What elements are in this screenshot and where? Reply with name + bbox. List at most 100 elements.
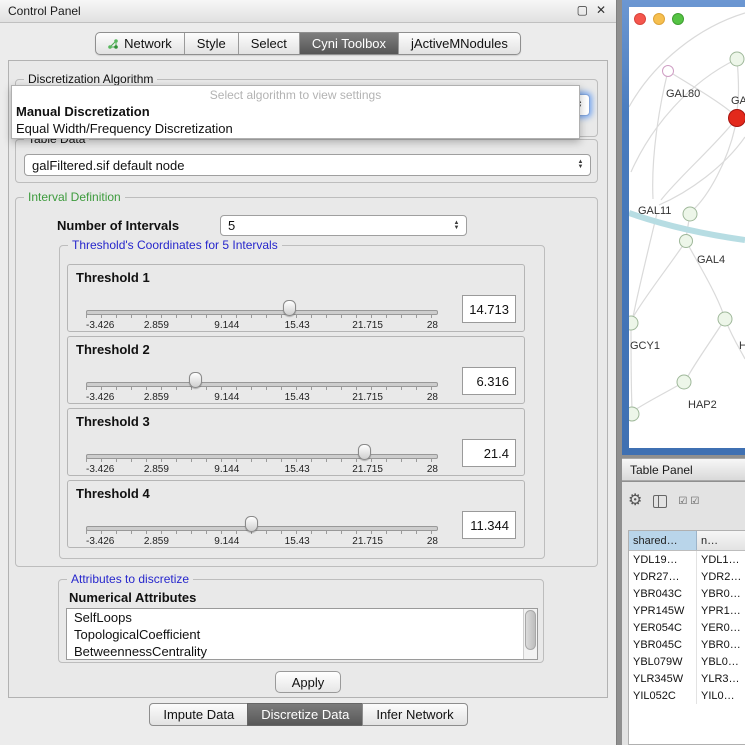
cell-name[interactable]: YDR2… xyxy=(697,568,745,585)
tab-network[interactable]: Network xyxy=(96,33,185,54)
cell-shared-name[interactable]: YLR345W xyxy=(629,670,697,687)
gear-icon[interactable]: ⚙ xyxy=(628,493,642,509)
combo-arrows-icon: ▲ ▼ xyxy=(573,160,590,170)
list-item-topologicalcoefficient[interactable]: TopologicalCoefficient xyxy=(67,626,537,643)
threshold-4-slider[interactable]: -3.426 2.859 9.144 15.43 21.715 28 xyxy=(86,517,438,547)
threshold-2-slider[interactable]: -3.426 2.859 9.144 15.43 21.715 28 xyxy=(86,373,438,403)
cell-shared-name[interactable]: YIL052C xyxy=(629,687,697,704)
network-node[interactable] xyxy=(629,407,639,421)
popup-option-equal-width-frequency[interactable]: Equal Width/Frequency Discretization xyxy=(12,120,579,137)
threshold-2-value-field[interactable]: 6.316 xyxy=(462,367,516,395)
table-row[interactable]: YBR043C YBR0… xyxy=(629,585,745,602)
stepper-down-icon: ▼ xyxy=(454,226,460,231)
network-node[interactable] xyxy=(730,52,744,66)
tab-style[interactable]: Style xyxy=(185,33,239,54)
list-item-betweennesscentrality[interactable]: BetweennessCentrality xyxy=(67,643,537,660)
tab-jactivemnodules[interactable]: jActiveMNodules xyxy=(399,33,520,54)
slider-thumb[interactable] xyxy=(283,300,296,316)
column-header-name[interactable]: n… xyxy=(697,531,745,550)
threshold-1-value-field[interactable]: 14.713 xyxy=(462,295,516,323)
tab-label: Cyni Toolbox xyxy=(312,36,386,51)
window-buttons: ▢ ✕ xyxy=(577,3,606,17)
tab-cyni-toolbox[interactable]: Cyni Toolbox xyxy=(300,33,399,54)
zoom-traffic-light[interactable] xyxy=(672,13,684,25)
numerical-attributes-list: SelfLoops TopologicalCoefficient Between… xyxy=(66,608,538,660)
tick-label: 9.144 xyxy=(214,392,239,403)
interval-definition-title: Interval Definition xyxy=(24,190,125,204)
cell-name[interactable]: YLR3… xyxy=(697,670,745,687)
slider-thumb[interactable] xyxy=(189,372,202,388)
select-all-icon[interactable]: ☑ ☑ xyxy=(678,496,700,507)
combo-arrows-icon: ▲ ▼ xyxy=(449,221,466,231)
table-row[interactable]: YBL079W YBL0… xyxy=(629,653,745,670)
discretization-group-title: Discretization Algorithm xyxy=(24,72,157,86)
apply-button[interactable]: Apply xyxy=(275,671,341,693)
list-scrollbar[interactable] xyxy=(523,609,537,659)
cell-name[interactable]: YPR1… xyxy=(697,602,745,619)
node-label: GCY1 xyxy=(630,340,660,352)
network-node[interactable] xyxy=(629,316,638,330)
table-row[interactable]: YPR145W YPR1… xyxy=(629,602,745,619)
slider-thumb[interactable] xyxy=(245,516,258,532)
cell-shared-name[interactable]: YBR045C xyxy=(629,636,697,653)
table-row[interactable]: YDL19… YDL1… xyxy=(629,551,745,568)
tick-label: 2.859 xyxy=(144,320,169,331)
node-label: GAL11 xyxy=(638,205,671,217)
table-row[interactable]: YER054C YER0… xyxy=(629,619,745,636)
interval-definition-group: Interval Definition Number of Intervals … xyxy=(15,197,598,567)
cell-shared-name[interactable]: YDR27… xyxy=(629,568,697,585)
cell-shared-name[interactable]: YER054C xyxy=(629,619,697,636)
scrollbar-thumb[interactable] xyxy=(525,610,536,650)
tab-select[interactable]: Select xyxy=(239,33,300,54)
network-node-pink[interactable] xyxy=(663,66,674,77)
slider-ticks xyxy=(86,314,438,318)
cell-shared-name[interactable]: YBL079W xyxy=(629,653,697,670)
num-intervals-combobox[interactable]: 5 ▲ ▼ xyxy=(220,215,467,236)
cell-name[interactable]: YER0… xyxy=(697,619,745,636)
cell-name[interactable]: YBR0… xyxy=(697,636,745,653)
close-window-icon[interactable]: ✕ xyxy=(596,3,606,17)
num-intervals-label: Number of Intervals xyxy=(57,218,179,233)
network-node[interactable] xyxy=(680,235,693,248)
slider-thumb[interactable] xyxy=(358,444,371,460)
threshold-4-value-field[interactable]: 11.344 xyxy=(462,511,516,539)
threshold-3-value-field[interactable]: 21.4 xyxy=(462,439,516,467)
thresholds-group: Threshold's Coordinates for 5 Intervals … xyxy=(59,245,545,559)
tick-label: 15.43 xyxy=(285,536,310,547)
table-data-group: Table Data galFiltered.sif default node … xyxy=(15,139,598,183)
threshold-1-slider[interactable]: -3.426 2.859 9.144 15.43 21.715 28 xyxy=(86,301,438,331)
minimize-traffic-light[interactable] xyxy=(653,13,665,25)
cell-name[interactable]: YBR0… xyxy=(697,585,745,602)
cell-name[interactable]: YDL1… xyxy=(697,551,745,568)
cell-name[interactable]: YBL0… xyxy=(697,653,745,670)
table-row[interactable]: YIL052C YIL0… xyxy=(629,687,745,704)
float-window-icon[interactable]: ▢ xyxy=(577,3,588,17)
cell-name[interactable]: YIL0… xyxy=(697,687,745,704)
table-row[interactable]: YDR27… YDR2… xyxy=(629,568,745,585)
top-tab-segment: Network Style Select Cyni Toolbox jActiv… xyxy=(95,32,521,55)
close-traffic-light[interactable] xyxy=(634,13,646,25)
cell-shared-name[interactable]: YPR145W xyxy=(629,602,697,619)
table-row[interactable]: YLR345W YLR3… xyxy=(629,670,745,687)
tick-label: -3.426 xyxy=(86,464,114,475)
network-node[interactable] xyxy=(718,312,732,326)
list-item-selfloops[interactable]: SelfLoops xyxy=(67,609,537,626)
cell-shared-name[interactable]: YBR043C xyxy=(629,585,697,602)
threshold-3-slider[interactable]: -3.426 2.859 9.144 15.43 21.715 28 xyxy=(86,445,438,475)
tab-discretize-data[interactable]: Discretize Data xyxy=(247,703,363,726)
tick-label: 21.715 xyxy=(352,392,383,403)
columns-icon[interactable] xyxy=(653,495,667,508)
red-node[interactable] xyxy=(729,110,745,127)
table-row[interactable]: YBR045C YBR0… xyxy=(629,636,745,653)
tick-label: 2.859 xyxy=(144,536,169,547)
tick-label: -3.426 xyxy=(86,320,114,331)
cell-shared-name[interactable]: YDL19… xyxy=(629,551,697,568)
network-node[interactable] xyxy=(677,375,691,389)
tab-infer-network[interactable]: Infer Network xyxy=(362,703,467,726)
network-canvas[interactable]: GAL80 GA GAL11 GAL4 GCY1 H HAP2 xyxy=(629,7,745,448)
network-node[interactable] xyxy=(683,207,697,221)
popup-option-manual-discretization[interactable]: Manual Discretization xyxy=(12,103,579,120)
column-header-shared-name[interactable]: shared… xyxy=(629,531,697,550)
table-data-combobox[interactable]: galFiltered.sif default node ▲ ▼ xyxy=(24,154,591,176)
tab-impute-data[interactable]: Impute Data xyxy=(149,703,248,726)
